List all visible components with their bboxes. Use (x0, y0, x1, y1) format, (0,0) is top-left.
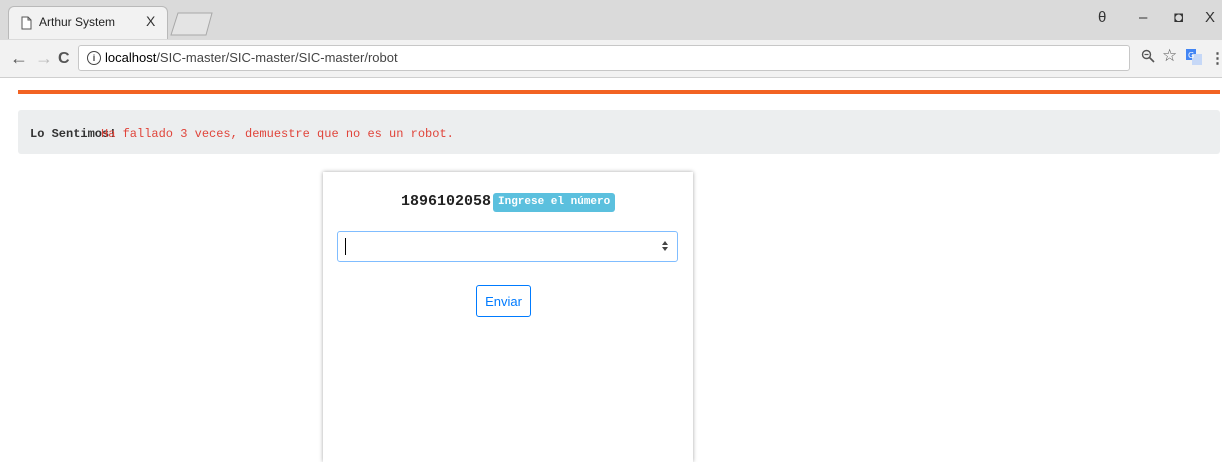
url-path: /SIC-master/SIC-master/SIC-master/robot (156, 50, 398, 65)
accent-bar (18, 90, 1220, 94)
info-icon[interactable]: i (87, 51, 101, 65)
back-icon[interactable]: ← (10, 48, 28, 69)
reload-icon[interactable]: C (58, 50, 70, 68)
submit-button[interactable]: Enviar (476, 285, 531, 317)
zoom-icon[interactable] (1141, 49, 1155, 67)
captcha-number: 1896102058 (401, 193, 492, 210)
number-input-field[interactable] (344, 232, 648, 261)
text-caret (345, 238, 346, 255)
browser-tab-bar: Arthur System X θ – ◘ X (0, 0, 1222, 40)
new-tab-button[interactable] (170, 12, 214, 36)
alert-message: Ha fallado 3 veces, demuestre que no es … (101, 127, 454, 141)
svg-text:G: G (1188, 51, 1194, 60)
instruction-badge: Ingrese el número (493, 193, 616, 212)
menu-icon[interactable]: ⋮ (1210, 49, 1222, 67)
browser-tab[interactable]: Arthur System X (8, 6, 168, 39)
bookmark-star-icon[interactable]: ☆ (1162, 46, 1177, 66)
tab-title: Arthur System (39, 15, 116, 29)
close-window-icon[interactable]: X (1205, 9, 1215, 26)
minimize-icon[interactable]: – (1139, 9, 1147, 26)
translate-icon[interactable]: G (1186, 49, 1202, 69)
restore-icon[interactable]: ◘ (1174, 9, 1183, 26)
forward-icon[interactable]: → (35, 48, 53, 69)
spinner-icon[interactable] (661, 240, 669, 252)
tab-close-icon[interactable]: X (146, 13, 155, 29)
page-icon (19, 16, 33, 30)
address-bar[interactable]: i localhost/SIC-master/SIC-master/SIC-ma… (78, 45, 1130, 71)
account-icon[interactable]: θ (1098, 9, 1106, 26)
url-host: localhost (105, 50, 157, 65)
url-text[interactable]: localhost/SIC-master/SIC-master/SIC-mast… (105, 50, 398, 65)
number-input[interactable] (337, 231, 678, 262)
captcha-card: 1896102058 Ingrese el número Enviar (323, 172, 693, 462)
browser-toolbar: ← → C i localhost/SIC-master/SIC-master/… (0, 40, 1222, 78)
alert-banner: Lo Sentimos! Ha fallado 3 veces, demuest… (18, 110, 1220, 154)
